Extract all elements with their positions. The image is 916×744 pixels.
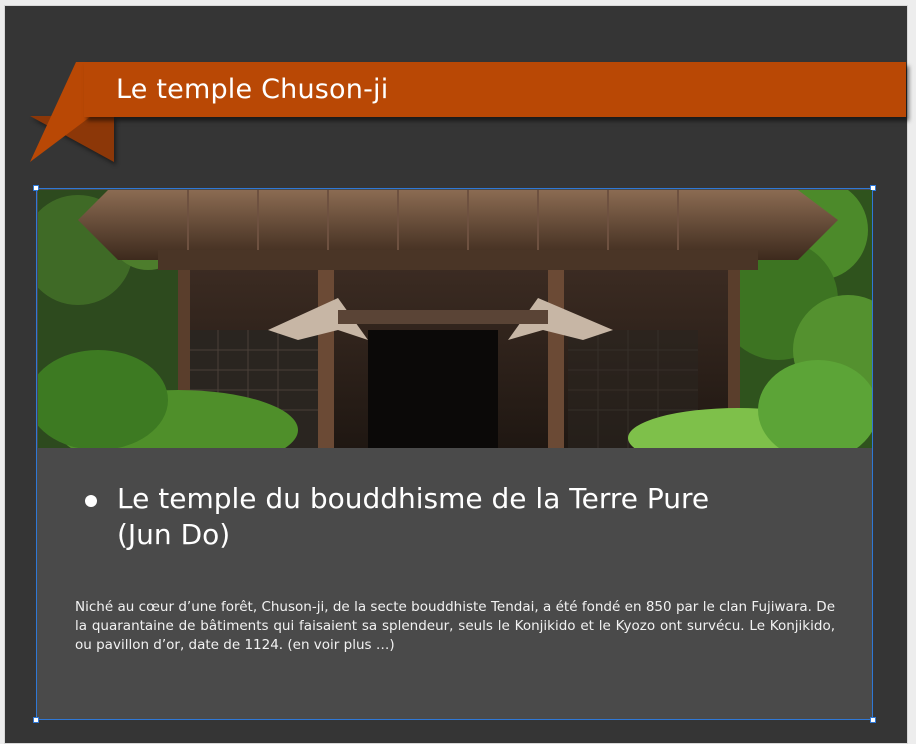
resize-handle-bottom-left[interactable] [33,717,39,723]
resize-handle-bottom-right[interactable] [870,717,876,723]
temple-photo[interactable] [38,190,872,448]
body-paragraph[interactable]: Niché au cœur d’une forêt, Chuson-ji, de… [75,598,835,655]
bullet-heading[interactable]: Le temple du bouddhisme de la Terre Pure… [117,481,757,553]
slide-title[interactable]: Le temple Chuson-ji [116,70,388,110]
bullet-dot-icon [85,495,97,507]
